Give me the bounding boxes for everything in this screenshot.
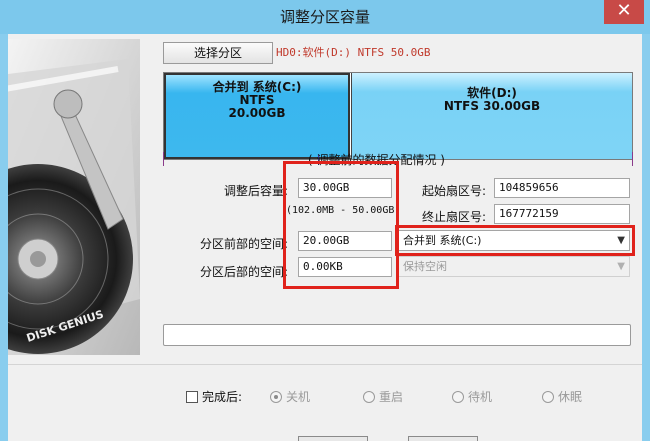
start-sector-field: 104859656 [494,178,630,198]
after-space-action-select[interactable]: 保持空闲 ▼ [398,256,630,277]
radio-dot[interactable] [270,391,282,403]
partition-d-fs-size: NTFS 30.00GB [443,99,541,113]
highlight-merge-select [395,225,635,256]
radio-dot[interactable] [363,391,375,403]
radio-standby-label: 待机 [468,390,493,404]
close-icon: ✕ [616,0,632,21]
start-button[interactable] [298,436,368,441]
select-partition-button[interactable]: 选择分区 [163,42,273,64]
separator [8,364,642,365]
dialog-window: 调整分区容量 ✕ DISK GENIUS 选择分区 HD0:软件(D:) NTF… [0,0,650,441]
hard-disk-illustration: DISK GENIUS [8,39,140,355]
radio-dot[interactable] [452,391,464,403]
title-bar[interactable]: 调整分区容量 ✕ [0,0,650,34]
after-done-checkbox[interactable]: 完成后: [186,388,242,405]
radio-dot[interactable] [542,391,554,403]
radio-restart[interactable]: 重启 [363,388,403,405]
radio-shutdown-label: 关机 [286,390,311,404]
ruler-right-marker [632,152,633,166]
dialog-body: DISK GENIUS 选择分区 HD0:软件(D:) NTFS 50.0GB … [8,34,642,441]
window-title: 调整分区容量 [279,8,370,26]
new-size-label: 调整后容量: [223,184,288,198]
end-sector-field: 167772159 [494,204,630,224]
checkbox-box[interactable] [186,391,198,403]
before-space-label: 分区前部的空间: [199,237,288,251]
disk-label: HD0:软件(D:) NTFS 50.0GB [276,46,431,59]
after-space-label: 分区后部的空间: [199,265,288,279]
hard-disk-graphic: DISK GENIUS [8,39,140,355]
ruler-left-marker [163,152,164,166]
chevron-down-icon: ▼ [617,261,625,272]
after-done-label: 完成后: [202,390,243,404]
highlight-size-fields [283,161,399,289]
partition-map: 合并到 系统(C:) NTFS 20.00GB 软件(D:) NTFS 30.0… [163,72,633,160]
radio-hibernate[interactable]: 休眠 [542,388,582,405]
radio-standby[interactable]: 待机 [452,388,492,405]
radio-shutdown[interactable]: 关机 [270,388,310,405]
end-sector-label: 终止扇区号: [421,210,486,224]
radio-hibernate-label: 休眠 [558,390,583,404]
close-button[interactable]: ✕ [604,0,644,24]
partition-block-d[interactable]: 软件(D:) NTFS 30.00GB [351,73,632,159]
cancel-button[interactable] [408,436,478,441]
progress-bar [163,324,631,346]
partition-c-size: 20.00GB [228,106,286,120]
partition-block-c[interactable]: 合并到 系统(C:) NTFS 20.00GB [164,73,350,159]
after-space-action-value: 保持空闲 [403,260,447,273]
start-sector-label: 起始扇区号: [421,184,486,198]
radio-restart-label: 重启 [379,390,404,404]
